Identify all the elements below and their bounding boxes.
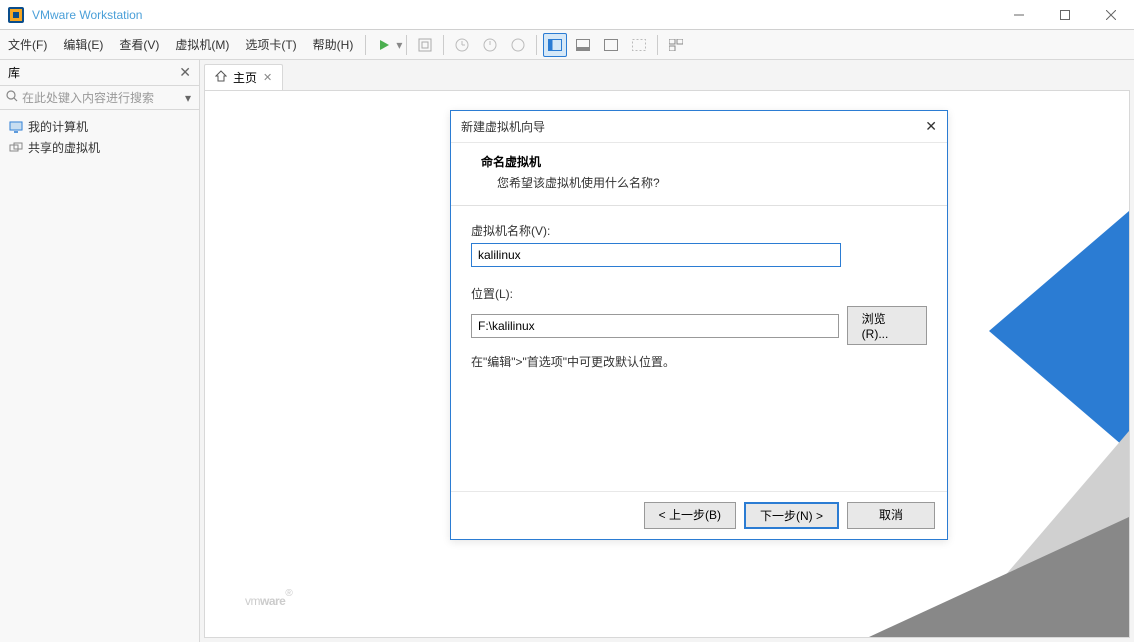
back-button[interactable]: < 上一步(B) [644,502,736,529]
unity-icon[interactable] [627,33,651,57]
sidebar-close-icon[interactable]: ✕ [179,64,191,81]
menu-vm[interactable]: 虚拟机(M) [167,30,237,60]
location-input[interactable] [471,314,839,338]
close-button[interactable] [1088,0,1134,30]
title-bar: VMware Workstation [0,0,1134,30]
tree-item-label: 我的计算机 [28,118,88,135]
menu-view[interactable]: 查看(V) [111,30,167,60]
tree-item-my-computer[interactable]: 我的计算机 [4,116,195,137]
library-tree: 我的计算机 共享的虚拟机 [0,110,199,164]
menu-edit[interactable]: 编辑(E) [55,30,111,60]
dialog-heading: 命名虚拟机 [481,153,927,170]
cancel-button[interactable]: 取消 [847,502,935,529]
menu-file[interactable]: 文件(F) [0,30,55,60]
clock-icon-3[interactable] [506,33,530,57]
search-icon [6,90,18,105]
dialog-close-icon[interactable]: ✕ [925,118,937,135]
decoration [989,211,1129,451]
clock-icon-1[interactable] [450,33,474,57]
location-hint: 在"编辑">"首选项"中可更改默认位置。 [471,353,927,370]
vm-name-input[interactable] [471,243,841,267]
new-vm-wizard-dialog: 新建虚拟机向导 ✕ 命名虚拟机 您希望该虚拟机使用什么名称? 虚拟机名称(V):… [450,110,948,540]
tab-close-icon[interactable]: ✕ [263,71,272,84]
app-icon [8,7,24,23]
dialog-subheading: 您希望该虚拟机使用什么名称? [481,174,927,191]
minimize-button[interactable] [996,0,1042,30]
sidebar-title: 库 [8,64,179,81]
location-label: 位置(L): [471,285,927,302]
tab-home[interactable]: 主页 ✕ [204,64,283,90]
tab-label: 主页 [233,69,257,86]
sidebar: 库 ✕ ▾ 我的计算机 共享的虚拟机 [0,60,200,642]
search-input[interactable] [22,91,183,105]
maximize-button[interactable] [1042,0,1088,30]
menu-tabs[interactable]: 选项卡(T) [237,30,304,60]
layout-bottom-icon[interactable] [571,33,595,57]
browse-button[interactable]: 浏览(R)... [847,306,927,345]
shared-icon [8,140,24,156]
search-dropdown-icon[interactable]: ▾ [183,91,193,105]
vm-name-label: 虚拟机名称(V): [471,222,927,239]
snapshot-icon[interactable] [413,33,437,57]
monitor-icon [8,119,24,135]
tree-item-shared-vms[interactable]: 共享的虚拟机 [4,137,195,158]
menu-bar: 文件(F) 编辑(E) 查看(V) 虚拟机(M) 选项卡(T) 帮助(H) ▾ [0,30,1134,60]
app-title: VMware Workstation [32,8,142,22]
menu-help[interactable]: 帮助(H) [305,30,362,60]
dialog-title: 新建虚拟机向导 [461,118,925,135]
clock-icon-2[interactable] [478,33,502,57]
play-button[interactable] [372,33,396,57]
home-icon [215,70,227,85]
fullscreen-icon[interactable] [599,33,623,57]
thumbnails-icon[interactable] [664,33,688,57]
layout-sidebar-icon[interactable] [543,33,567,57]
next-button[interactable]: 下一步(N) > [744,502,839,529]
tree-item-label: 共享的虚拟机 [28,139,100,156]
vmware-logo: vmware® [245,584,292,612]
